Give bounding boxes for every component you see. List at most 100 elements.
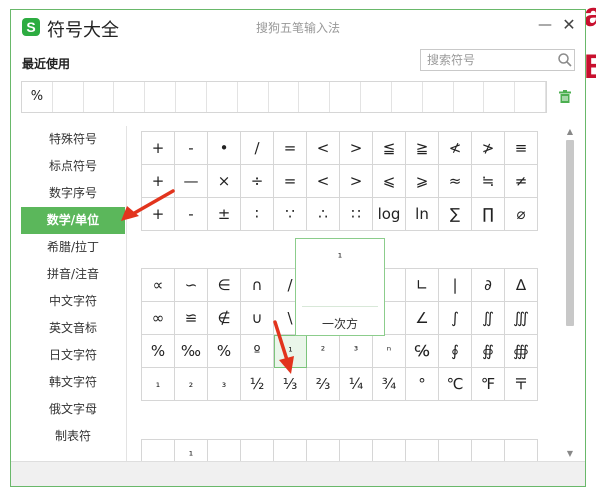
- symbol-cell[interactable]: ∫: [439, 302, 472, 335]
- recent-symbol-cell[interactable]: [145, 82, 177, 112]
- symbol-cell[interactable]: +: [142, 132, 175, 165]
- close-button[interactable]: ✕: [561, 17, 577, 33]
- recent-symbol-cell[interactable]: [207, 82, 238, 112]
- recent-symbol-cell[interactable]: [392, 82, 423, 112]
- symbol-cell[interactable]: -: [175, 132, 208, 165]
- symbol-cell[interactable]: ¼: [340, 368, 373, 401]
- category-item[interactable]: 韩文字符: [21, 369, 125, 396]
- symbol-cell[interactable]: ≈: [439, 165, 472, 198]
- symbol-cell[interactable]: ≮: [439, 132, 472, 165]
- category-item[interactable]: 英文音标: [21, 315, 125, 342]
- symbol-cell[interactable]: •: [208, 132, 241, 165]
- symbol-cell[interactable]: ∮: [439, 335, 472, 368]
- symbol-cell[interactable]: ×: [208, 165, 241, 198]
- symbol-cell[interactable]: ⩾: [406, 165, 439, 198]
- symbol-cell[interactable]: %: [142, 335, 175, 368]
- symbol-cell[interactable]: =: [274, 132, 307, 165]
- category-item[interactable]: 中文字符: [21, 288, 125, 315]
- symbol-cell[interactable]: [406, 440, 439, 462]
- recent-symbol-cell[interactable]: [299, 82, 331, 112]
- category-item[interactable]: 俄文字母: [21, 396, 125, 423]
- symbol-cell[interactable]: ³: [340, 335, 373, 368]
- symbol-cell[interactable]: ¾: [373, 368, 406, 401]
- category-item[interactable]: 数字序号: [21, 180, 125, 207]
- symbol-cell[interactable]: ∰: [505, 335, 538, 368]
- symbol-cell[interactable]: log: [373, 198, 406, 231]
- symbol-cell[interactable]: ÷: [241, 165, 274, 198]
- symbol-cell[interactable]: ≌: [175, 302, 208, 335]
- symbol-cell[interactable]: ⩽: [373, 165, 406, 198]
- scroll-thumb[interactable]: [566, 140, 574, 326]
- recent-symbol-cell[interactable]: [361, 82, 392, 112]
- symbol-cell[interactable]: ≒: [472, 165, 505, 198]
- symbol-cell[interactable]: ∑: [439, 198, 472, 231]
- symbol-cell[interactable]: ∭: [505, 302, 538, 335]
- symbol-cell[interactable]: =: [274, 165, 307, 198]
- symbol-cell[interactable]: ∷: [340, 198, 373, 231]
- symbol-cell[interactable]: ℃: [439, 368, 472, 401]
- recent-symbol-cell[interactable]: %: [22, 82, 53, 112]
- symbol-cell[interactable]: [472, 440, 505, 462]
- symbol-cell[interactable]: %: [208, 335, 241, 368]
- category-item[interactable]: 希腊/拉丁: [21, 234, 125, 261]
- scroll-down-arrow-icon[interactable]: ▼: [564, 448, 576, 460]
- category-item[interactable]: 日文字符: [21, 342, 125, 369]
- recent-symbol-cell[interactable]: [238, 82, 269, 112]
- symbol-cell[interactable]: ₃: [208, 368, 241, 401]
- recent-symbol-cell[interactable]: [423, 82, 454, 112]
- symbol-cell[interactable]: [373, 440, 406, 462]
- symbol-cell[interactable]: 〒: [505, 368, 538, 401]
- search-input[interactable]: [421, 50, 555, 70]
- search-icon[interactable]: [557, 52, 573, 68]
- symbol-cell[interactable]: ⅔: [307, 368, 340, 401]
- symbol-cell[interactable]: ∽: [175, 269, 208, 302]
- symbol-cell[interactable]: [340, 440, 373, 462]
- symbol-cell[interactable]: ∏: [472, 198, 505, 231]
- symbol-cell[interactable]: ∯: [472, 335, 505, 368]
- symbol-cell[interactable]: [274, 440, 307, 462]
- symbol-cell[interactable]: —: [175, 165, 208, 198]
- symbol-cell[interactable]: ₁: [142, 368, 175, 401]
- symbol-cell[interactable]: ∟: [406, 269, 439, 302]
- recent-symbol-cell[interactable]: [330, 82, 362, 112]
- recent-symbol-cell[interactable]: [484, 82, 516, 112]
- symbol-cell[interactable]: ²: [307, 335, 340, 368]
- symbol-cell[interactable]: ∆: [505, 269, 538, 302]
- minimize-button[interactable]: —: [537, 18, 553, 34]
- symbol-cell[interactable]: ∂: [472, 269, 505, 302]
- recent-symbol-cell[interactable]: [515, 82, 547, 112]
- symbol-cell[interactable]: [439, 440, 472, 462]
- symbol-cell[interactable]: ‰: [175, 335, 208, 368]
- symbol-cell[interactable]: ℉: [472, 368, 505, 401]
- category-item[interactable]: 数学/单位: [21, 207, 125, 234]
- symbol-cell[interactable]: ⁿ: [373, 335, 406, 368]
- symbol-cell[interactable]: [307, 440, 340, 462]
- symbol-cell[interactable]: |: [439, 269, 472, 302]
- recent-symbol-cell[interactable]: [53, 82, 84, 112]
- symbol-cell[interactable]: ∶: [241, 198, 274, 231]
- recent-symbol-cell[interactable]: [269, 82, 300, 112]
- symbol-cell[interactable]: >: [340, 132, 373, 165]
- category-item[interactable]: 制表符: [21, 423, 125, 450]
- symbol-cell[interactable]: ≡: [505, 132, 538, 165]
- category-item[interactable]: 标点符号: [21, 153, 125, 180]
- symbol-cell[interactable]: ≧: [406, 132, 439, 165]
- trash-icon[interactable]: [559, 90, 571, 103]
- search-box[interactable]: [420, 49, 575, 71]
- category-item[interactable]: 特殊符号: [21, 126, 125, 153]
- recent-symbol-cell[interactable]: [176, 82, 207, 112]
- category-item[interactable]: 拼音/注音: [21, 261, 125, 288]
- symbol-cell[interactable]: [505, 440, 538, 462]
- symbol-cell[interactable]: ⌀: [505, 198, 538, 231]
- symbol-cell[interactable]: ₂: [175, 368, 208, 401]
- symbol-cell[interactable]: ¹: [175, 440, 208, 462]
- symbol-cell[interactable]: ℅: [406, 335, 439, 368]
- symbol-cell[interactable]: <: [307, 165, 340, 198]
- symbol-cell[interactable]: ∴: [307, 198, 340, 231]
- symbol-cell[interactable]: ≠: [505, 165, 538, 198]
- symbol-cell[interactable]: ∞: [142, 302, 175, 335]
- symbol-cell[interactable]: ∩: [241, 269, 274, 302]
- symbol-cell[interactable]: ≯: [472, 132, 505, 165]
- scrollbar[interactable]: ▲ ▼: [564, 126, 576, 461]
- symbol-cell[interactable]: [208, 440, 241, 462]
